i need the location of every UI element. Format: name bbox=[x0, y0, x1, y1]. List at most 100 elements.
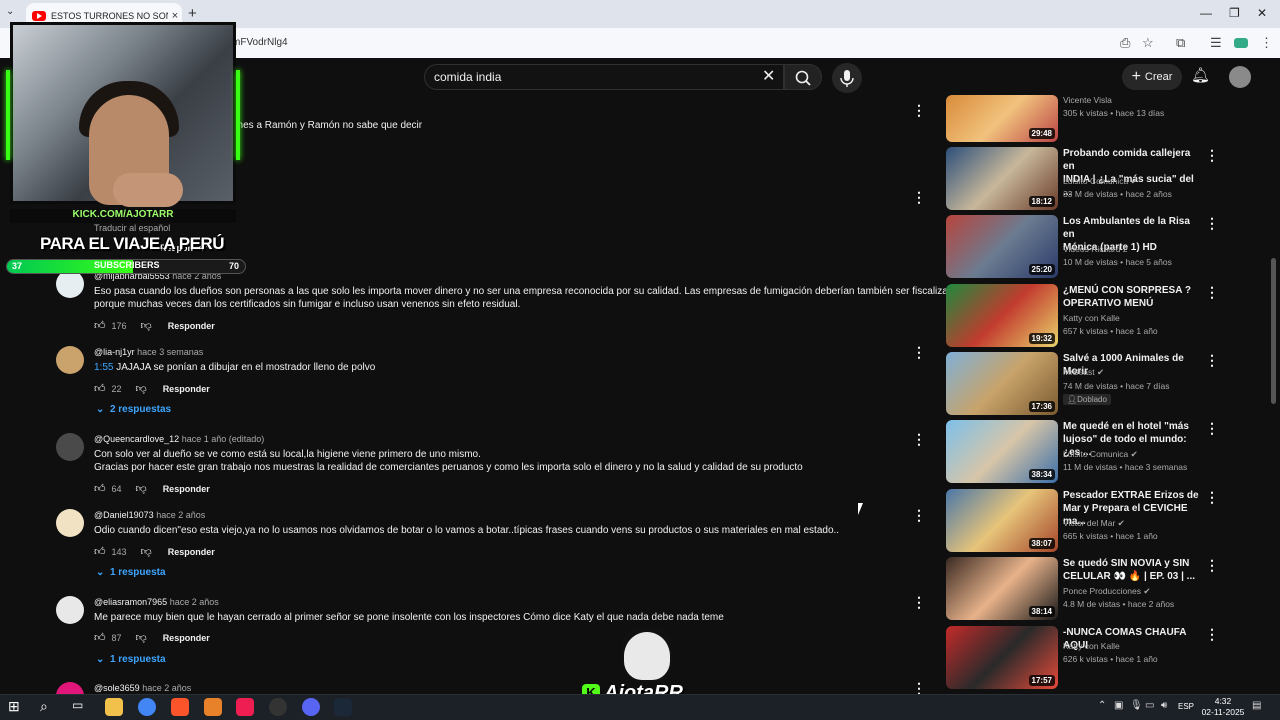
show-replies-button[interactable]: ⌄ 1 respuesta bbox=[96, 654, 166, 665]
reply-button[interactable]: Responder bbox=[163, 384, 210, 394]
video-more-icon[interactable]: ⋮ bbox=[1205, 215, 1219, 232]
channel-name[interactable]: MrBeast bbox=[1063, 367, 1095, 377]
channel-name[interactable]: Victor del Mar bbox=[1063, 518, 1115, 528]
chrome-icon[interactable] bbox=[138, 698, 156, 716]
notifications-icon[interactable]: ▤ bbox=[1252, 700, 1261, 711]
like-icon[interactable]: 👍︎ bbox=[94, 482, 106, 495]
author-handle[interactable]: @lia-nj1yr bbox=[94, 347, 135, 357]
comment-time[interactable]: hace 1 año (editado) bbox=[182, 434, 265, 444]
reading-list-icon[interactable]: ☰ bbox=[1210, 35, 1222, 51]
video-more-icon[interactable]: ⋮ bbox=[1205, 557, 1219, 574]
comment-time[interactable]: hace 2 años bbox=[142, 683, 191, 693]
video-thumbnail[interactable]: 38:34 bbox=[946, 420, 1058, 483]
reply-button[interactable]: Responder bbox=[163, 484, 210, 494]
comment-more-icon[interactable]: ⋮ bbox=[912, 102, 926, 119]
tab-search-chevron-icon[interactable]: ⌄ bbox=[6, 6, 14, 17]
video-channel[interactable]: MrBeast ✔ bbox=[1063, 367, 1104, 378]
comment-author[interactable]: @Queencardlove_12 hace 1 año (editado) bbox=[94, 434, 264, 444]
comment-more-icon[interactable]: ⋮ bbox=[912, 594, 926, 611]
avatar[interactable] bbox=[56, 346, 84, 374]
volume-icon[interactable]: 🔊︎ bbox=[1161, 700, 1167, 711]
reply-button[interactable]: Responder bbox=[163, 633, 210, 643]
close-window-icon[interactable]: ✕ bbox=[1257, 6, 1267, 20]
video-channel[interactable]: Luisito Comunica ✔ bbox=[1063, 449, 1138, 460]
app-icon[interactable] bbox=[204, 698, 222, 716]
video-title[interactable]: ¿MENÚ CON SORPRESA ? OPERATIVO MENÚ bbox=[1063, 284, 1199, 310]
video-channel[interactable]: Ponce Producciones ✔ bbox=[1063, 586, 1150, 597]
comment-more-icon[interactable]: ⋮ bbox=[912, 431, 926, 448]
show-replies-button[interactable]: ⌄ 1 respuesta bbox=[96, 567, 166, 578]
taskbar-clock[interactable]: 4:32 02-11-2025 bbox=[1200, 696, 1246, 718]
video-thumbnail[interactable]: 25:20 bbox=[946, 215, 1058, 278]
dislike-icon[interactable]: 👎︎ bbox=[136, 382, 147, 395]
show-replies-button[interactable]: ⌄ 2 respuestas bbox=[96, 404, 171, 415]
comment-author[interactable]: @eliasramon7965 hace 2 años bbox=[94, 597, 219, 607]
avatar[interactable] bbox=[56, 509, 84, 537]
tray-app-icon[interactable]: ▣ bbox=[1114, 700, 1123, 711]
video-channel[interactable]: Katty con Kalle bbox=[1063, 641, 1120, 651]
timestamp-link[interactable]: 1:55 bbox=[94, 362, 113, 373]
dislike-icon[interactable]: 👎︎ bbox=[141, 545, 152, 558]
bookmark-star-icon[interactable]: ☆ bbox=[1142, 35, 1154, 51]
browser-menu-icon[interactable]: ⋮ bbox=[1260, 35, 1273, 51]
channel-name[interactable]: Ponce Producciones bbox=[1063, 586, 1141, 596]
file-explorer-icon[interactable] bbox=[105, 698, 123, 716]
like-icon[interactable]: 👍︎ bbox=[94, 319, 106, 332]
search-button[interactable] bbox=[784, 64, 822, 90]
channel-name[interactable]: Luisito Comunica bbox=[1063, 449, 1128, 459]
comment-more-icon[interactable]: ⋮ bbox=[912, 344, 926, 361]
video-thumbnail[interactable]: 19:32 bbox=[946, 284, 1058, 347]
voice-search-button[interactable] bbox=[832, 63, 862, 93]
author-handle[interactable]: @Queencardlove_12 bbox=[94, 434, 179, 444]
video-thumbnail[interactable]: 18:12 bbox=[946, 147, 1058, 210]
extensions-icon[interactable]: ⧉ bbox=[1176, 35, 1185, 51]
comment-author[interactable]: @lia-nj1yr hace 3 semanas bbox=[94, 347, 203, 357]
channel-name[interactable]: Luisito Comunica bbox=[1063, 176, 1128, 186]
search-input[interactable]: comida india bbox=[434, 70, 501, 84]
video-thumbnail[interactable]: 17:57 bbox=[946, 626, 1058, 689]
create-button[interactable]: + Crear bbox=[1122, 64, 1182, 90]
steam-icon[interactable] bbox=[334, 698, 352, 716]
author-handle[interactable]: @sole3659 bbox=[94, 683, 140, 693]
video-thumbnail[interactable]: 29:48 bbox=[946, 95, 1058, 142]
author-handle[interactable]: @Daniel19073 bbox=[94, 510, 154, 520]
obs-icon[interactable] bbox=[269, 698, 287, 716]
tab-close-icon[interactable]: × bbox=[168, 10, 182, 22]
network-icon[interactable]: ▭ bbox=[1145, 700, 1154, 711]
search-icon[interactable]: ⌕ bbox=[40, 698, 58, 716]
video-more-icon[interactable]: ⋮ bbox=[1205, 489, 1219, 506]
reply-button[interactable]: Responder bbox=[168, 547, 215, 557]
like-icon[interactable]: 👍︎ bbox=[94, 545, 106, 558]
new-tab-button[interactable]: + bbox=[188, 5, 197, 22]
avatar[interactable] bbox=[56, 596, 84, 624]
like-icon[interactable]: 👍︎ bbox=[94, 631, 106, 644]
video-more-icon[interactable]: ⋮ bbox=[1205, 284, 1219, 301]
comment-more-icon[interactable]: ⋮ bbox=[912, 507, 926, 524]
avatar[interactable] bbox=[56, 433, 84, 461]
comment-time[interactable]: hace 3 semanas bbox=[137, 347, 203, 357]
video-more-icon[interactable]: ⋮ bbox=[1205, 147, 1219, 164]
avatar[interactable] bbox=[56, 270, 84, 298]
account-avatar[interactable] bbox=[1229, 66, 1251, 88]
video-channel[interactable]: Luisito Comunica ✔ bbox=[1063, 176, 1138, 187]
video-channel[interactable]: Katty con Kalle bbox=[1063, 313, 1120, 323]
video-thumbnail[interactable]: 38:14 bbox=[946, 557, 1058, 620]
task-view-icon[interactable]: ▭ bbox=[72, 698, 90, 716]
video-channel[interactable]: Vicente Visla bbox=[1063, 95, 1112, 105]
minimize-icon[interactable]: — bbox=[1200, 6, 1212, 20]
video-more-icon[interactable]: ⋮ bbox=[1205, 420, 1219, 437]
language-indicator[interactable]: ESP bbox=[1178, 702, 1194, 711]
microphone-tray-icon[interactable]: 🎙︎ bbox=[1130, 700, 1143, 711]
brave-icon[interactable] bbox=[171, 698, 189, 716]
video-channel[interactable]: Victor del Mar ✔ bbox=[1063, 518, 1125, 529]
tray-chevron-icon[interactable]: ⌃ bbox=[1098, 700, 1106, 711]
profile-badge-icon[interactable] bbox=[1234, 38, 1248, 48]
video-channel[interactable]: Videos Richard 2 bbox=[1063, 244, 1128, 254]
comment-time[interactable]: hace 2 años bbox=[170, 597, 219, 607]
page-scrollbar[interactable] bbox=[1271, 258, 1276, 404]
notifications-bell-icon[interactable]: 🔔︎ bbox=[1191, 66, 1210, 84]
dislike-icon[interactable]: 👎︎ bbox=[136, 482, 147, 495]
comment-author[interactable]: @Daniel19073 hace 2 años bbox=[94, 510, 205, 520]
reply-button[interactable]: Responder bbox=[168, 321, 215, 331]
restore-icon[interactable]: ❐ bbox=[1229, 6, 1240, 20]
